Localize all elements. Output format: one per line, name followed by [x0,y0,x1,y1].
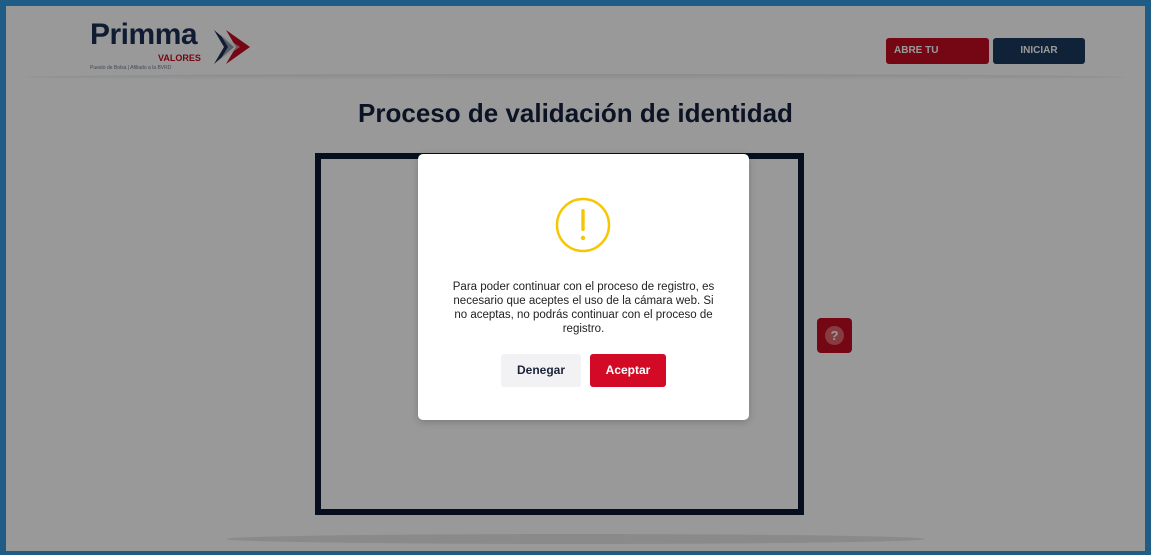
warning-icon [555,197,611,253]
accept-button[interactable]: Aceptar [590,354,666,387]
camera-permission-dialog: Para poder continuar con el proceso de r… [418,154,749,420]
dialog-message: Para poder continuar con el proceso de r… [452,281,715,335]
deny-button[interactable]: Denegar [501,354,581,387]
browser-frame: Primma VALORES Puesto de Bolsa | Afiliad… [0,0,1151,555]
